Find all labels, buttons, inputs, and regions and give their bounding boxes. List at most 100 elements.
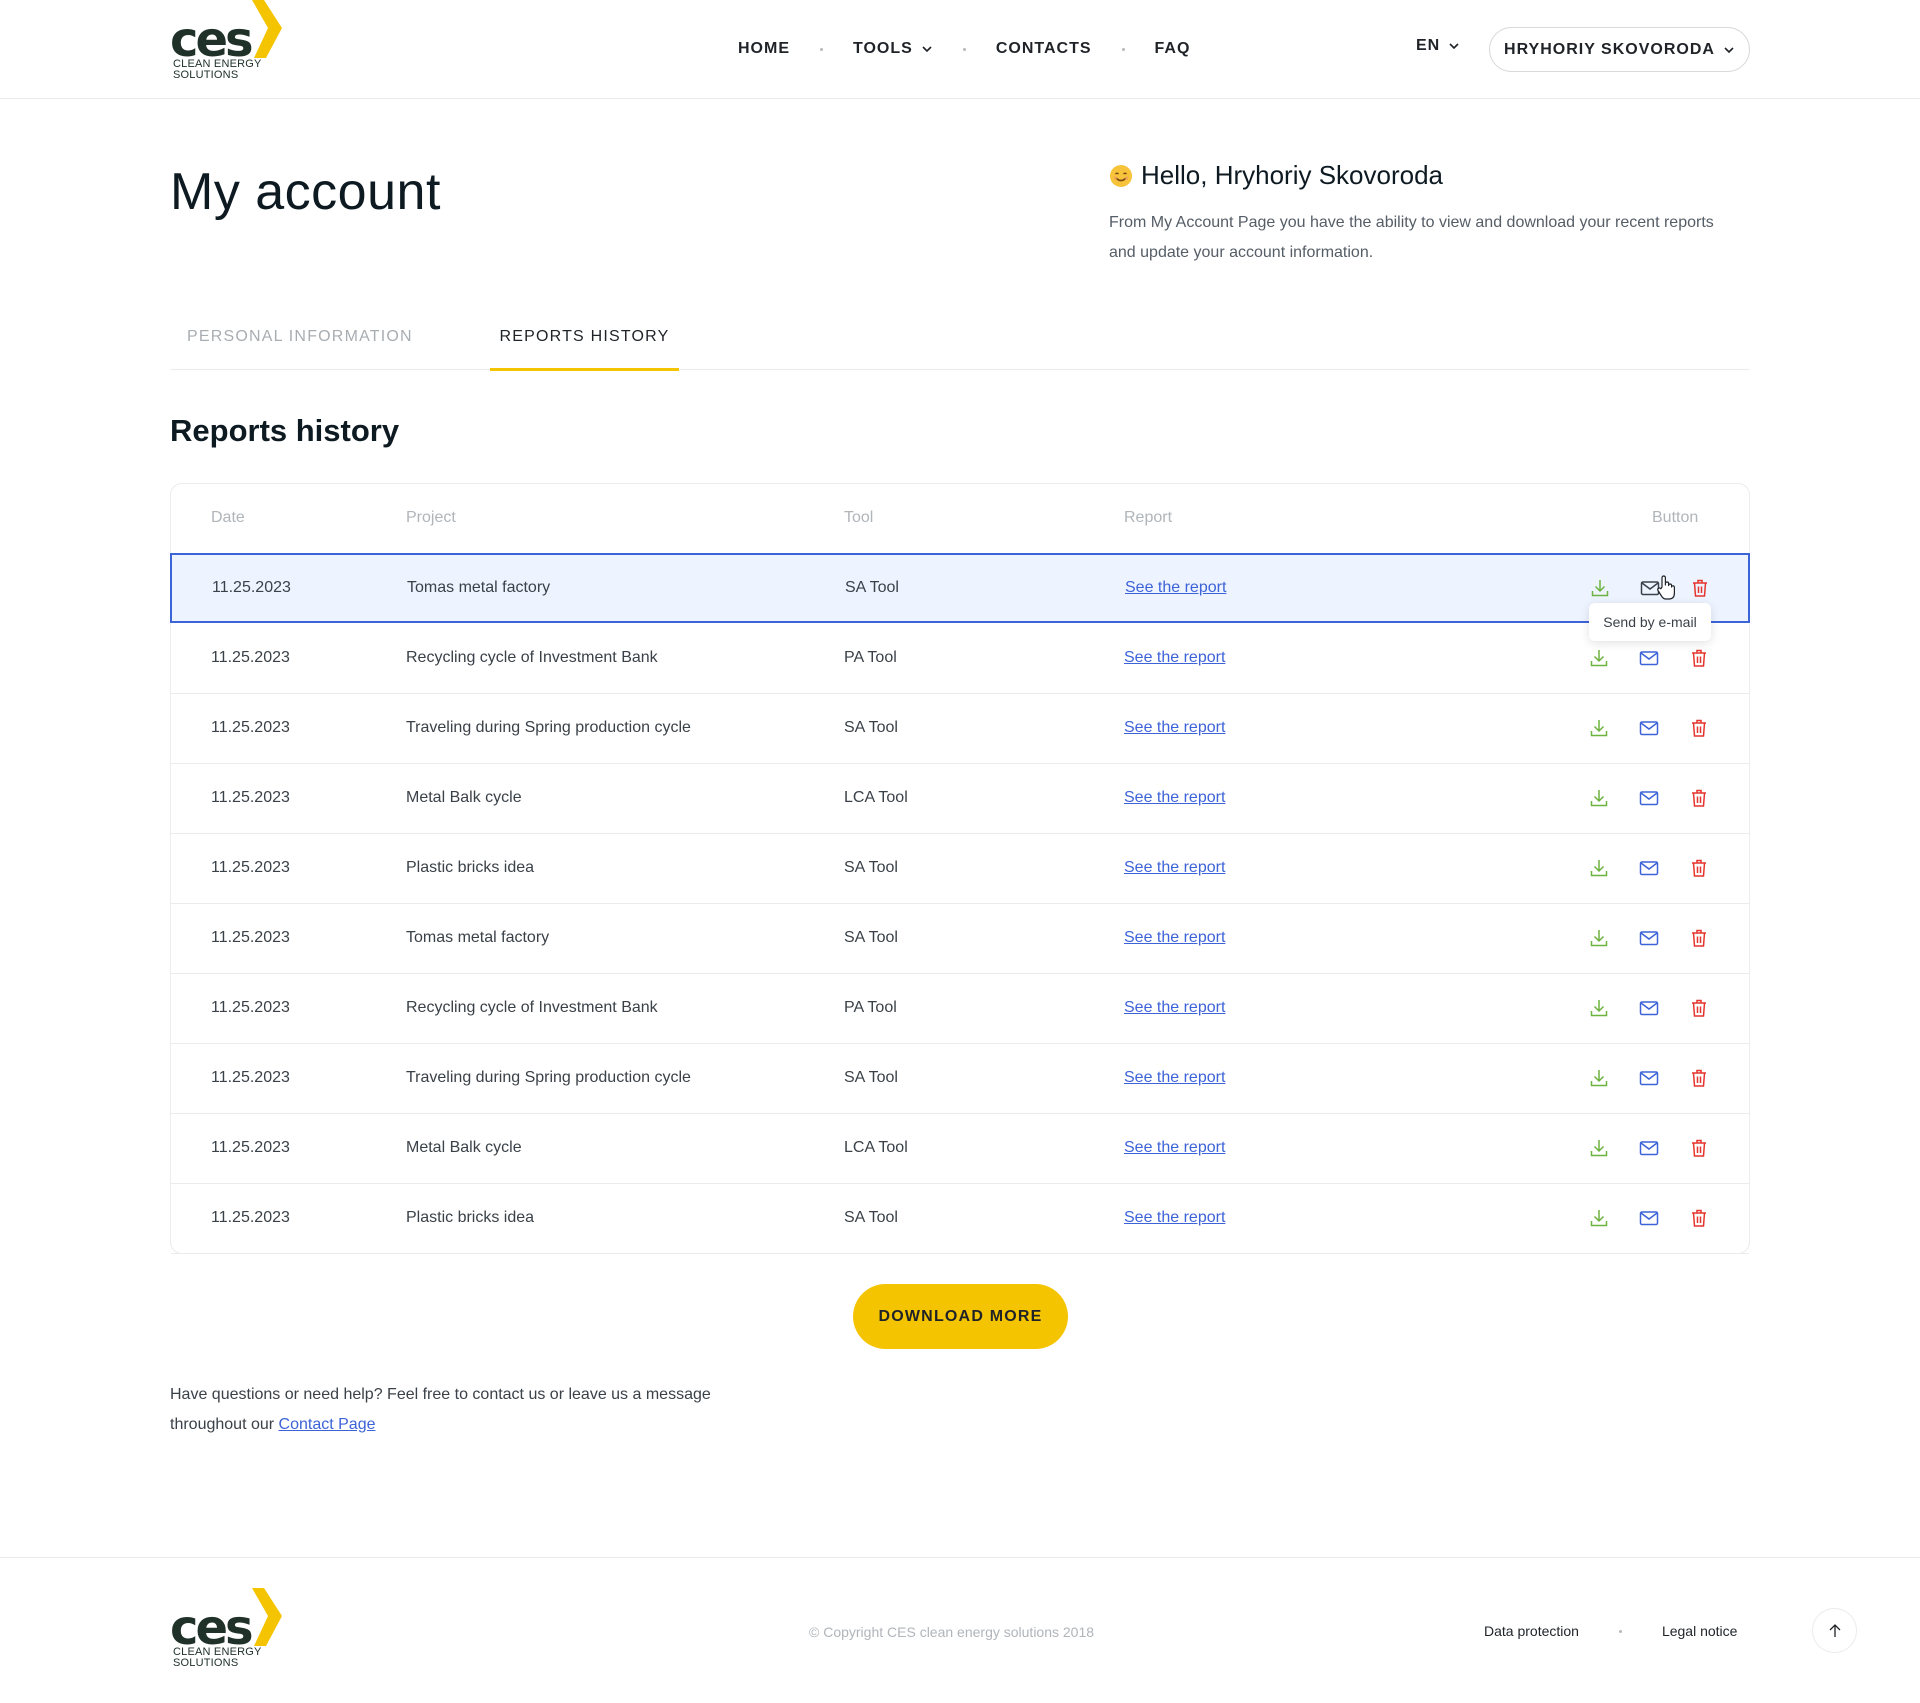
mail-icon[interactable]: [1639, 718, 1659, 738]
cell-date: 11.25.2023: [211, 1069, 290, 1086]
cell-project: Metal Balk cycle: [406, 789, 522, 806]
download-icon[interactable]: [1589, 1068, 1609, 1088]
logo-tagline-line-2: SOLUTIONS: [173, 69, 239, 81]
cell-tool: SA Tool: [844, 719, 898, 736]
column-header-button: Button: [1652, 509, 1699, 526]
chevron-down-icon: [1724, 46, 1734, 53]
download-icon[interactable]: [1589, 1208, 1609, 1228]
cell-project: Tomas metal factory: [406, 929, 550, 946]
tab-reports-history[interactable]: REPORTS HISTORY: [490, 320, 679, 371]
see-report-link[interactable]: See the report: [1124, 1069, 1225, 1087]
download-more-button[interactable]: DOWNLOAD MORE: [853, 1284, 1068, 1349]
cell-date: 11.25.2023: [211, 719, 290, 736]
table-row: 11.25.2023 Recycling cycle of Investment …: [171, 974, 1749, 1044]
cell-project: Traveling during Spring production cycle: [406, 719, 691, 736]
download-icon[interactable]: [1590, 578, 1610, 598]
download-icon[interactable]: [1589, 1138, 1609, 1158]
trash-icon[interactable]: [1690, 578, 1710, 598]
column-header-project: Project: [406, 509, 456, 526]
cell-project: Metal Balk cycle: [406, 1139, 522, 1156]
mail-icon[interactable]: [1639, 858, 1659, 878]
download-icon[interactable]: [1589, 858, 1609, 878]
scroll-to-top-button[interactable]: [1812, 1608, 1857, 1653]
logo-mark: ces: [170, 12, 254, 68]
cell-project: Plastic bricks idea: [406, 1209, 535, 1226]
cell-project: Recycling cycle of Investment Bank: [406, 999, 658, 1016]
nav-tools[interactable]: TOOLS: [853, 40, 933, 58]
trash-icon[interactable]: [1689, 858, 1709, 878]
logo-chevron-icon: [252, 0, 282, 58]
download-icon[interactable]: [1589, 998, 1609, 1018]
language-selector[interactable]: EN: [1416, 37, 1460, 55]
cell-date: 11.25.2023: [211, 789, 290, 806]
table-row: 11.25.2023 Recycling cycle of Investment …: [171, 624, 1749, 694]
table-row: 11.25.2023 Metal Balk cycle LCA Tool See th…: [171, 764, 1749, 834]
mail-icon[interactable]: [1639, 1208, 1659, 1228]
data-protection-link[interactable]: Data protection: [1484, 1623, 1579, 1639]
nav-separator: [962, 47, 966, 51]
cell-date: 11.25.2023: [212, 579, 291, 596]
nav-faq[interactable]: FAQ: [1155, 40, 1191, 58]
ces-logo[interactable]: ces CLEAN ENERGY SOLUTIONS: [170, 0, 282, 84]
help-text: Have questions or need help? Feel free t…: [170, 1380, 790, 1440]
see-report-link[interactable]: See the report: [1124, 719, 1225, 737]
column-header-date: Date: [211, 509, 245, 526]
mail-icon[interactable]: [1639, 788, 1659, 808]
user-name: HRYHORIY SKOVORODA: [1504, 40, 1715, 58]
account-tabs: PERSONAL INFORMATION REPORTS HISTORY: [170, 320, 1750, 371]
arrow-up-icon: [1829, 1623, 1840, 1637]
see-report-link[interactable]: See the report: [1124, 789, 1225, 807]
download-icon[interactable]: [1589, 648, 1609, 668]
see-report-link[interactable]: See the report: [1124, 1209, 1225, 1227]
help-message: Have questions or need help? Feel free t…: [170, 1386, 711, 1433]
trash-icon[interactable]: [1689, 998, 1709, 1018]
nav-faq-label: FAQ: [1154, 40, 1191, 57]
account-description: From My Account Page you have the abilit…: [1109, 214, 1714, 261]
trash-icon[interactable]: [1689, 928, 1709, 948]
mail-icon[interactable]: [1639, 1138, 1659, 1158]
cell-tool: SA Tool: [844, 1069, 898, 1086]
greeting-text: Hello, Hryhoriy Skovoroda: [1141, 160, 1444, 190]
download-icon[interactable]: [1589, 788, 1609, 808]
send-by-email-tooltip: Send by e-mail: [1589, 603, 1711, 641]
legal-notice-link[interactable]: Legal notice: [1662, 1623, 1738, 1639]
nav-home[interactable]: HOME: [738, 40, 790, 58]
trash-icon[interactable]: [1689, 648, 1709, 668]
user-menu-button[interactable]: HRYHORIY SKOVORODA: [1489, 27, 1750, 72]
download-icon[interactable]: [1589, 718, 1609, 738]
trash-icon[interactable]: [1689, 1068, 1709, 1088]
download-icon[interactable]: [1589, 928, 1609, 948]
see-report-link[interactable]: See the report: [1124, 1139, 1225, 1157]
site-footer: ces CLEAN ENERGY SOLUTIONS © Copyright C…: [0, 1557, 1920, 1703]
cell-tool: SA Tool: [844, 859, 898, 876]
nav-contacts[interactable]: CONTACTS: [996, 40, 1092, 58]
table-row: 11.25.2023 Tomas metal factory SA Tool See …: [171, 904, 1749, 974]
footer-links: Data protection Legal notice: [1484, 1623, 1737, 1639]
trash-icon[interactable]: [1689, 1138, 1709, 1158]
table-row: 11.25.2023 Traveling during Spring produc…: [171, 694, 1749, 764]
mail-icon[interactable]: [1639, 648, 1659, 668]
mail-icon[interactable]: [1639, 998, 1659, 1018]
see-report-link[interactable]: See the report: [1124, 859, 1225, 877]
contact-page-link[interactable]: Contact Page: [279, 1416, 376, 1433]
site-header: ces CLEAN ENERGY SOLUTIONS HOME TOOLS CO…: [0, 0, 1920, 99]
cell-tool: LCA Tool: [844, 1139, 908, 1156]
tab-personal-information[interactable]: PERSONAL INFORMATION: [187, 320, 413, 370]
see-report-link[interactable]: See the report: [1124, 649, 1225, 667]
trash-icon[interactable]: [1689, 788, 1709, 808]
cell-date: 11.25.2023: [211, 999, 290, 1016]
chevron-down-icon: [1449, 43, 1459, 50]
mail-icon[interactable]: [1639, 1068, 1659, 1088]
nav-separator: [820, 47, 823, 51]
footer-ces-logo[interactable]: ces CLEAN ENERGY SOLUTIONS: [170, 1588, 282, 1672]
table-row: 11.25.2023 Metal Balk cycle LCA Tool See th…: [171, 1114, 1749, 1184]
logo-tagline: CLEAN ENERGY SOLUTIONS: [173, 59, 262, 81]
trash-icon[interactable]: [1689, 1208, 1709, 1228]
mail-icon[interactable]: [1639, 928, 1659, 948]
see-report-link[interactable]: See the report: [1125, 579, 1226, 597]
logo-chevron-icon: [252, 1588, 282, 1646]
see-report-link[interactable]: See the report: [1124, 999, 1225, 1017]
cell-date: 11.25.2023: [211, 1139, 290, 1156]
see-report-link[interactable]: See the report: [1124, 929, 1225, 947]
trash-icon[interactable]: [1689, 718, 1709, 738]
